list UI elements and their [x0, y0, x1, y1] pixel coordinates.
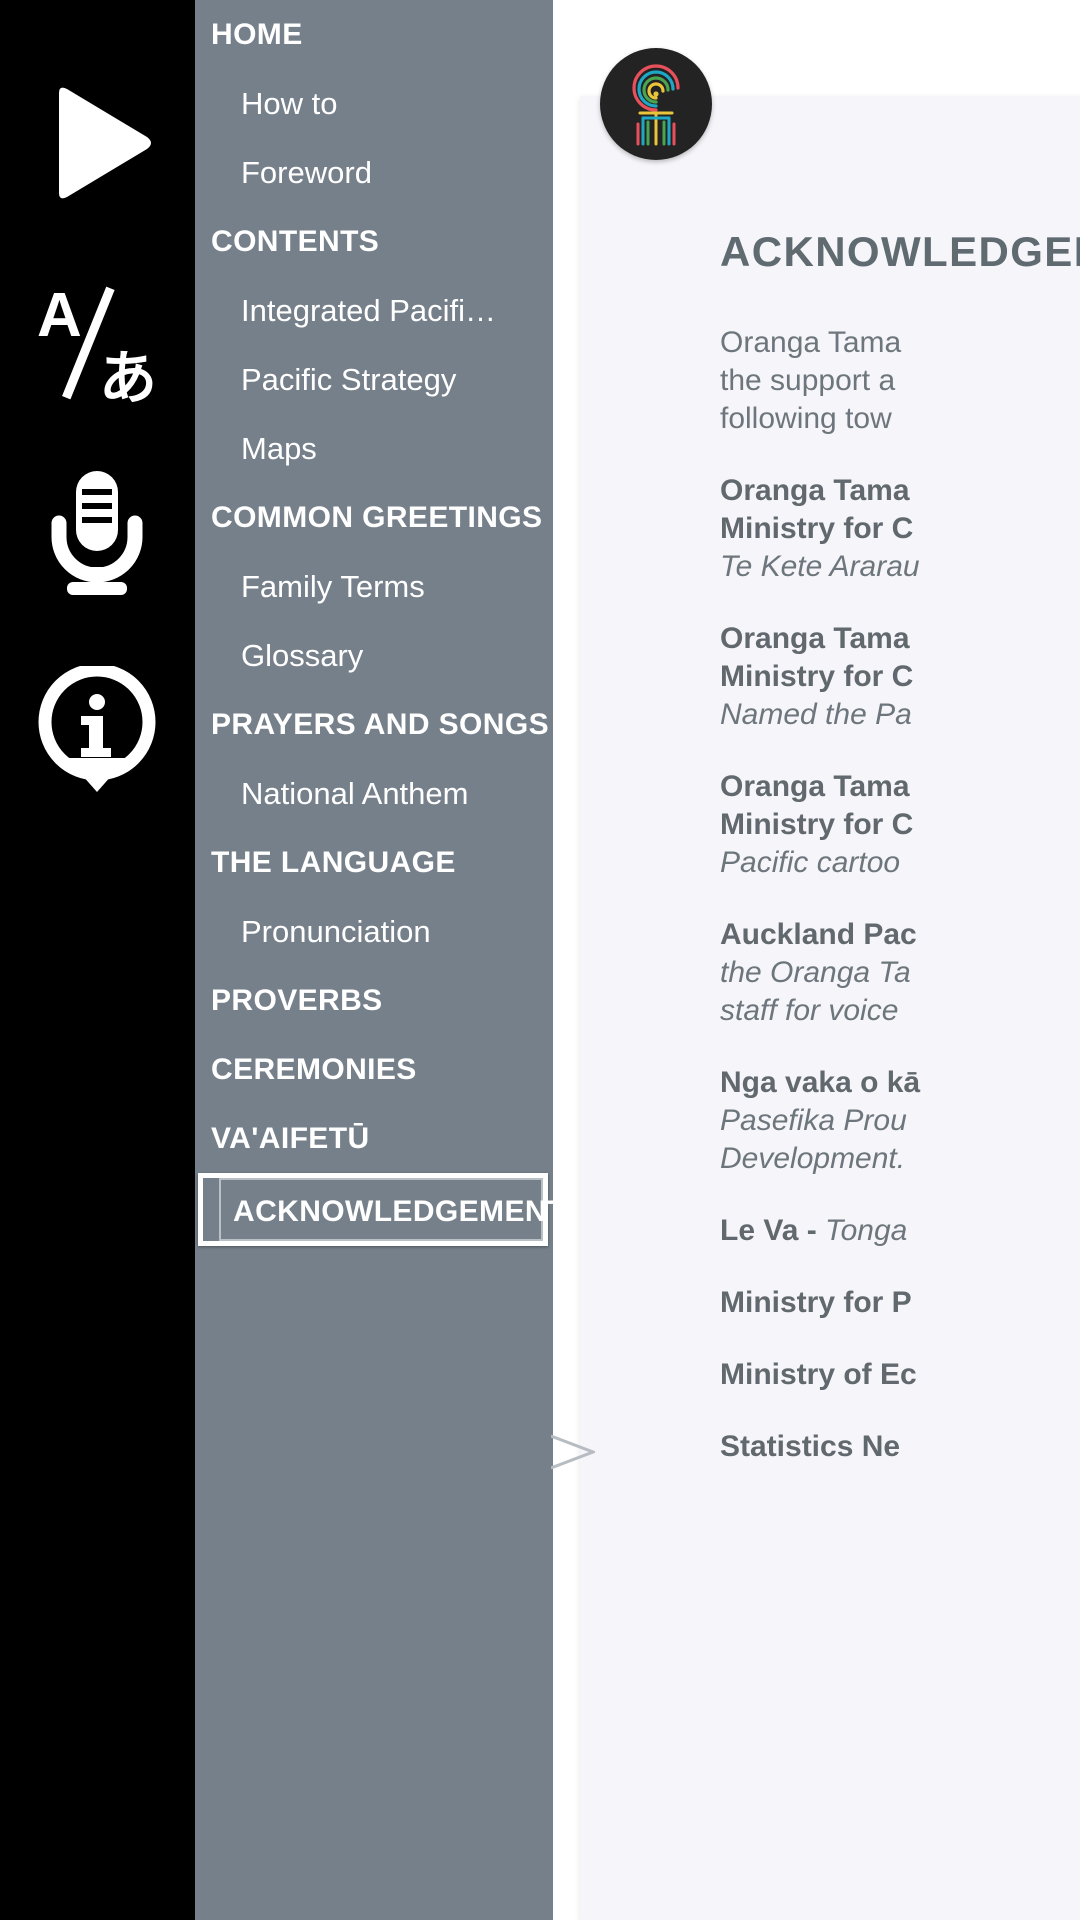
entry-bold-line: Ministry for C — [720, 512, 914, 545]
language-toggle-icon-glyph: A あ — [37, 281, 157, 404]
navigation-drawer[interactable]: HOME How to Foreword CONTENTS Integrated… — [195, 0, 553, 1920]
svg-text:あ: あ — [99, 344, 157, 404]
sidebar-item-national-anthem[interactable]: National Anthem — [195, 759, 507, 828]
left-icon-rail: A あ — [0, 0, 195, 1920]
acknowledgement-entry: Oranga Tama Ministry for C Pacific carto… — [720, 768, 1080, 882]
info-pin-icon-glyph — [38, 666, 156, 792]
sidebar-section-acknowledgements-label: ACKNOWLEDGEMENTS — [219, 1178, 553, 1241]
sidebar-item-family-terms[interactable]: Family Terms — [195, 552, 507, 621]
sidebar-section-ceremonies[interactable]: CEREMONIES — [195, 1035, 553, 1104]
acknowledgement-entry: Oranga Tama Ministry for C Named the Pa — [720, 620, 1080, 734]
sidebar-section-common-greetings[interactable]: COMMON GREETINGS — [195, 483, 553, 552]
content-pane: ACKNOWLEDGEMENTS Oranga Tama the support… — [553, 0, 1080, 1920]
entry-bold-line: Statistics Ne — [720, 1430, 901, 1463]
koru-spiral-logo-icon — [632, 64, 680, 146]
acknowledgement-entry: Auckland Pac the Oranga Ta staff for voi… — [720, 916, 1080, 1030]
sidebar-item-how-to[interactable]: How to — [195, 69, 507, 138]
sidebar-item-integrated-pacific-cultural[interactable]: Integrated Pacific Cu… — [195, 276, 507, 345]
entry-bold-line: Auckland Pac — [720, 918, 917, 951]
entry-bold-line: Ministry for P — [720, 1286, 912, 1319]
document-card: ACKNOWLEDGEMENTS Oranga Tama the support… — [580, 96, 1080, 1920]
entry-bold-line: Ministry for C — [720, 660, 914, 693]
intro-line-3: following tow — [720, 402, 892, 435]
sidebar-section-the-language[interactable]: THE LANGUAGE — [195, 828, 553, 897]
entry-italic-line: Pasefika Prou — [720, 1104, 907, 1137]
entry-italic-line: the Oranga Ta — [720, 956, 911, 989]
entry-bold-line: Oranga Tama — [720, 622, 910, 655]
sidebar-section-home[interactable]: HOME — [195, 0, 553, 69]
document-body: Oranga Tama the support a following tow … — [580, 276, 1080, 1466]
entry-italic-line: Pacific cartoo — [720, 846, 901, 879]
microphone-icon-glyph — [51, 471, 143, 595]
svg-text:A: A — [37, 281, 82, 350]
entry-italic-line: Te Kete Ararau — [720, 550, 920, 583]
sidebar-item-glossary[interactable]: Glossary — [195, 621, 507, 690]
acknowledgement-entry: Oranga Tama Ministry for C Te Kete Arara… — [720, 472, 1080, 586]
acknowledgement-entry: Nga vaka o kā Pasefika Prou Development. — [720, 1064, 1080, 1178]
sidebar-section-prayers-and-songs[interactable]: PRAYERS AND SONGS — [195, 690, 553, 759]
sidebar-item-pronunciation[interactable]: Pronunciation — [195, 897, 507, 966]
sidebar-section-acknowledgements[interactable]: ACKNOWLEDGEMENTS — [198, 1173, 553, 1246]
sidebar-section-vaaifetu[interactable]: VA'AIFETŪ — [195, 1104, 553, 1173]
intro-paragraph: Oranga Tama the support a following tow — [720, 324, 1080, 438]
entry-bold-prefix: Le Va - — [720, 1214, 826, 1247]
entry-bold-line: Oranga Tama — [720, 474, 910, 507]
play-icon[interactable] — [32, 78, 162, 208]
acknowledgement-entry: Statistics Ne — [720, 1428, 1080, 1466]
entry-italic-line: staff for voice — [720, 994, 899, 1027]
entry-bold-line: Ministry for C — [720, 808, 914, 841]
acknowledgement-entry: Ministry for P — [720, 1284, 1080, 1322]
entry-italic-rest: Tonga — [825, 1214, 908, 1247]
entry-italic-line: Named the Pa — [720, 698, 912, 731]
info-pin-icon[interactable] — [32, 665, 162, 795]
entry-bold-line: Oranga Tama — [720, 770, 910, 803]
entry-bold-line: Ministry of Ec — [720, 1358, 917, 1391]
sidebar-item-foreword[interactable]: Foreword — [195, 138, 507, 207]
microphone-icon[interactable] — [32, 468, 162, 598]
entry-italic-line: Development. — [720, 1142, 906, 1175]
sidebar-item-pacific-strategy[interactable]: Pacific Strategy — [195, 345, 507, 414]
play-icon-glyph — [59, 87, 151, 199]
acknowledgement-entry: Ministry of Ec — [720, 1356, 1080, 1394]
sidebar-section-proverbs[interactable]: PROVERBS — [195, 966, 553, 1035]
sidebar-section-contents[interactable]: CONTENTS — [195, 207, 553, 276]
entry-bold-line: Nga vaka o kā — [720, 1066, 921, 1099]
acknowledgement-entry: Le Va - Tonga — [720, 1212, 1080, 1250]
language-toggle-icon[interactable]: A あ — [32, 275, 162, 405]
intro-line-2: the support a — [720, 364, 896, 397]
callout-pointer-icon — [551, 1434, 595, 1470]
sidebar-item-maps[interactable]: Maps — [195, 414, 507, 483]
intro-line-1: Oranga Tama — [720, 326, 902, 359]
brand-logo — [600, 48, 712, 160]
